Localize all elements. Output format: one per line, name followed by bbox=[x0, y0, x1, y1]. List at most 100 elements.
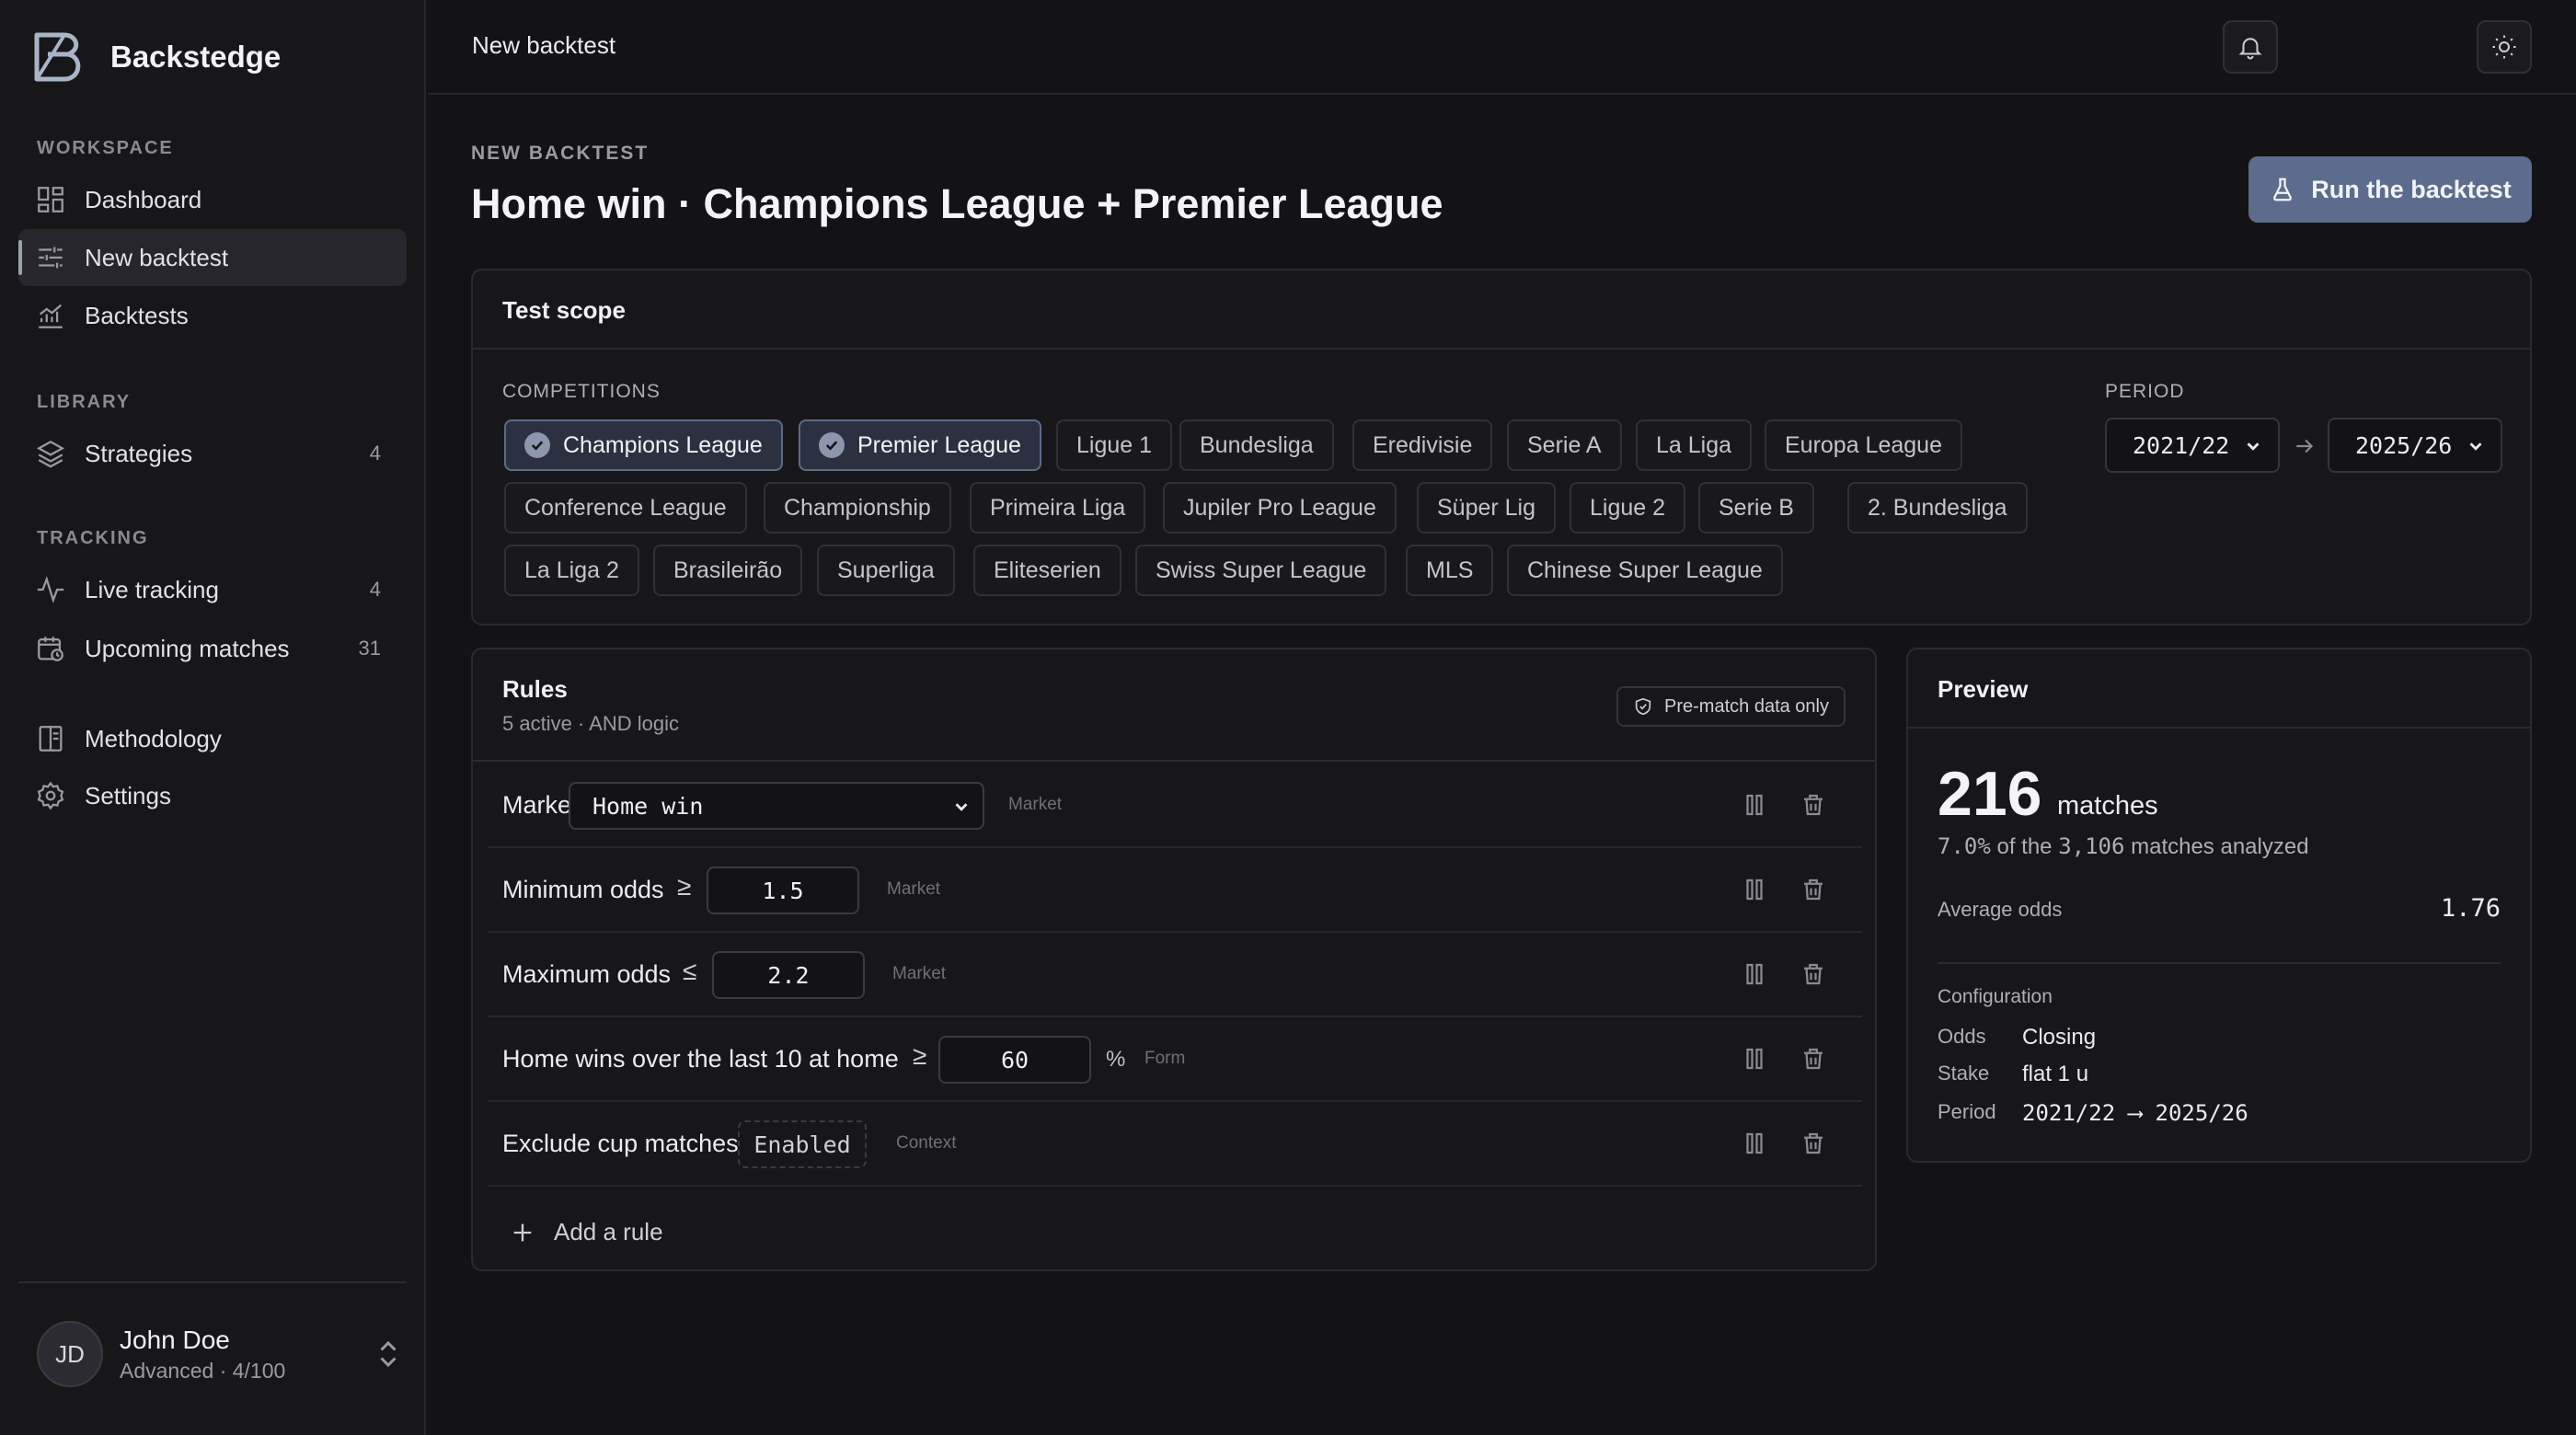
period-from: 2021/22 bbox=[2022, 1100, 2116, 1126]
competition-chip[interactable]: La Liga 2 bbox=[504, 545, 639, 596]
competition-chip[interactable]: Primeira Liga bbox=[970, 482, 1146, 534]
matches-count: 216 bbox=[1938, 759, 2042, 829]
pause-icon[interactable] bbox=[1741, 960, 1768, 988]
competition-chip-label: Serie A bbox=[1527, 431, 1602, 458]
card-title: Rules bbox=[502, 675, 568, 703]
page-eyebrow: NEW BACKTEST bbox=[471, 143, 650, 164]
minimum-odds-input[interactable]: 1.5 bbox=[707, 867, 859, 914]
average-odds-value: 1.76 bbox=[2440, 894, 2501, 923]
competition-chip-label: Bundesliga bbox=[1200, 431, 1314, 458]
competition-chip[interactable]: Ligue 2 bbox=[1570, 482, 1686, 534]
sidebar-item-label: Upcoming matches bbox=[85, 634, 290, 662]
competition-chip[interactable]: Serie B bbox=[1698, 482, 1814, 534]
sidebar-item-methodology[interactable]: Methodology bbox=[18, 710, 407, 767]
user-menu[interactable]: JD John Doe Advanced · 4/100 bbox=[37, 1321, 405, 1387]
matches-share: 7.0% of the 3,106 matches analyzed bbox=[1938, 833, 2309, 860]
exclude-cup-toggle[interactable]: Enabled bbox=[738, 1120, 867, 1168]
sidebar-item-label: Settings bbox=[85, 781, 171, 809]
chevron-down-icon bbox=[2247, 442, 2260, 451]
period-from-select[interactable]: 2021/22 bbox=[2105, 418, 2280, 473]
rule-row-exclude-cup: Exclude cup matches Enabled Context bbox=[488, 1102, 1862, 1187]
trash-icon[interactable] bbox=[1800, 960, 1827, 988]
grid-icon bbox=[35, 184, 66, 215]
activity-icon bbox=[35, 574, 66, 605]
sidebar-item-strategies[interactable]: Strategies 4 bbox=[18, 425, 407, 482]
rule-category-tag: Market bbox=[892, 964, 947, 983]
competition-chip-label: Chinese Super League bbox=[1527, 557, 1763, 583]
competition-chip[interactable]: 2. Bundesliga bbox=[1847, 482, 2028, 534]
maximum-odds-input[interactable]: 2.2 bbox=[712, 951, 865, 999]
analyzed-total: 3,106 bbox=[2058, 833, 2125, 859]
competition-chip[interactable]: Bundesliga bbox=[1179, 419, 1334, 471]
rule-label: Market bbox=[502, 791, 579, 819]
add-rule-button[interactable]: Add a rule bbox=[510, 1218, 663, 1246]
theme-toggle-button[interactable] bbox=[2477, 20, 2532, 74]
market-select[interactable]: Home win bbox=[569, 782, 984, 830]
flask-icon bbox=[2273, 178, 2293, 201]
period-from-value: 2021/22 bbox=[2133, 431, 2230, 459]
competition-chip-label: La Liga bbox=[1656, 431, 1732, 458]
trash-icon[interactable] bbox=[1800, 1045, 1827, 1073]
layers-icon bbox=[35, 438, 66, 469]
trash-icon[interactable] bbox=[1800, 791, 1827, 819]
competition-chip[interactable]: Ligue 1 bbox=[1056, 419, 1173, 471]
competition-chip-label: MLS bbox=[1426, 557, 1474, 583]
matches-share-text: of the bbox=[1990, 834, 2059, 859]
sidebar-item-dashboard[interactable]: Dashboard bbox=[18, 171, 407, 228]
competition-chip[interactable]: Premier League bbox=[799, 419, 1041, 471]
plus-icon bbox=[513, 1223, 532, 1241]
competition-chip[interactable]: Süper Lig bbox=[1417, 482, 1557, 534]
competition-chip[interactable]: Eredivisie bbox=[1352, 419, 1493, 471]
sidebar: Backstedge WORKSPACE Dashboard New backt… bbox=[0, 0, 426, 1435]
card-title: Preview bbox=[1938, 675, 2029, 703]
pause-icon[interactable] bbox=[1741, 1130, 1768, 1157]
sidebar-item-settings[interactable]: Settings bbox=[18, 767, 407, 824]
sidebar-item-label: Methodology bbox=[85, 724, 222, 752]
rule-row-maximum-odds: Maximum odds ≤ 2.2 Market bbox=[488, 933, 1862, 1017]
page-title: Home win · Champions League + Premier Le… bbox=[471, 180, 1443, 227]
competition-chip[interactable]: MLS bbox=[1406, 545, 1494, 596]
period-to: 2025/26 bbox=[2155, 1100, 2248, 1126]
card-header: Preview bbox=[1908, 649, 2530, 729]
competition-chip[interactable]: Superliga bbox=[817, 545, 955, 596]
brand[interactable]: Backstedge bbox=[31, 29, 281, 85]
pause-icon[interactable] bbox=[1741, 1045, 1768, 1073]
trash-icon[interactable] bbox=[1800, 1130, 1827, 1157]
competition-chip[interactable]: Swiss Super League bbox=[1135, 545, 1387, 596]
chart-icon bbox=[35, 300, 66, 331]
divider bbox=[1938, 962, 2501, 964]
rule-label: Home wins over the last 10 at home bbox=[502, 1045, 899, 1073]
notifications-button[interactable] bbox=[2223, 20, 2278, 74]
competition-chip[interactable]: Europa League bbox=[1765, 419, 1962, 471]
competition-chip[interactable]: Champions League bbox=[504, 419, 783, 471]
competition-chip[interactable]: Conference League bbox=[504, 482, 747, 534]
book-icon bbox=[35, 723, 66, 754]
pause-icon[interactable] bbox=[1741, 876, 1768, 903]
rule-category-tag: Market bbox=[1008, 795, 1063, 814]
competition-chip[interactable]: Jupiler Pro League bbox=[1163, 482, 1397, 534]
competition-chip[interactable]: Brasileirão bbox=[653, 545, 803, 596]
sidebar-item-backtests[interactable]: Backtests bbox=[18, 287, 407, 344]
competition-chip[interactable]: La Liga bbox=[1636, 419, 1753, 471]
pause-icon[interactable] bbox=[1741, 791, 1768, 819]
competition-chip[interactable]: Serie A bbox=[1507, 419, 1622, 471]
chevron-down-icon bbox=[955, 803, 968, 811]
home-wins-input[interactable]: 60 bbox=[938, 1036, 1091, 1084]
sidebar-item-live-tracking[interactable]: Live tracking 4 bbox=[18, 561, 407, 618]
competition-chip[interactable]: Chinese Super League bbox=[1507, 545, 1783, 596]
chevron-up-down-icon bbox=[380, 1340, 397, 1368]
trash-icon[interactable] bbox=[1800, 876, 1827, 903]
gear-icon bbox=[35, 780, 66, 811]
competition-chip-label: Champions League bbox=[563, 431, 763, 458]
sidebar-item-new-backtest[interactable]: New backtest bbox=[18, 229, 407, 286]
stake-value: flat 1 u bbox=[2022, 1062, 2089, 1086]
stake-label: Stake bbox=[1938, 1062, 1990, 1085]
period-to-select[interactable]: 2025/26 bbox=[2328, 418, 2502, 473]
competition-chip[interactable]: Eliteserien bbox=[973, 545, 1121, 596]
run-backtest-button[interactable]: Run the backtest bbox=[2248, 156, 2532, 223]
competition-chip-label: Eliteserien bbox=[994, 557, 1101, 583]
sidebar-item-upcoming-matches[interactable]: Upcoming matches 31 bbox=[18, 620, 407, 677]
sliders-icon bbox=[35, 242, 66, 273]
top-bar: New backtest bbox=[428, 0, 2576, 95]
competition-chip[interactable]: Championship bbox=[764, 482, 951, 534]
